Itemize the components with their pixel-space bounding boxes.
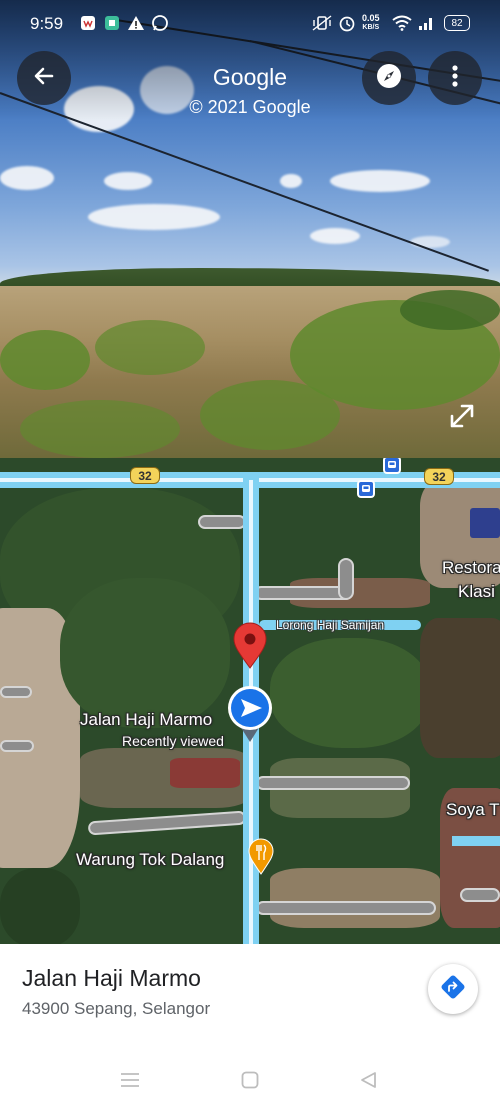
land-patch bbox=[470, 508, 500, 538]
side-street bbox=[0, 686, 32, 698]
back-arrow-icon bbox=[32, 64, 56, 93]
copyright-text: © 2021 Google bbox=[189, 97, 311, 117]
land-patch bbox=[270, 868, 440, 928]
vegetation bbox=[95, 320, 205, 375]
restaurant-icon bbox=[248, 838, 274, 875]
whatsapp-icon bbox=[150, 13, 170, 33]
land-patch bbox=[60, 578, 230, 728]
side-street bbox=[256, 776, 410, 790]
app-notification-icon bbox=[78, 13, 98, 33]
cloud bbox=[410, 236, 450, 248]
cloud bbox=[88, 204, 220, 230]
land-patch bbox=[270, 638, 430, 748]
more-options-button[interactable] bbox=[428, 51, 482, 105]
side-street bbox=[338, 558, 354, 600]
location-arrow-icon bbox=[228, 686, 272, 742]
alarm-icon bbox=[337, 13, 357, 33]
compass-icon bbox=[375, 62, 403, 95]
restaurant-marker[interactable] bbox=[247, 838, 275, 876]
land-patch bbox=[420, 618, 500, 758]
vegetation bbox=[400, 290, 500, 330]
satellite-map[interactable]: 32 32 Lorong Haji Samijan Restora Klasi … bbox=[0, 458, 500, 944]
cloud bbox=[104, 172, 152, 190]
cloud bbox=[280, 174, 302, 188]
directions-button[interactable] bbox=[428, 964, 478, 1014]
directions-icon bbox=[440, 974, 466, 1005]
back-button[interactable] bbox=[17, 51, 71, 105]
place-label-warung[interactable]: Warung Tok Dalang bbox=[76, 850, 224, 870]
more-vert-icon bbox=[451, 64, 459, 93]
side-street bbox=[0, 740, 34, 752]
place-sheet[interactable]: Jalan Haji Marmo 43900 Sepang, Selangor bbox=[0, 944, 500, 1111]
side-street bbox=[198, 515, 246, 529]
battery-indicator: 82 bbox=[444, 15, 470, 31]
network-speed: 0.05 KB/S bbox=[362, 14, 380, 32]
screen: 9:59 0.05 KB/S 82 Google © 2021 Google 3… bbox=[0, 0, 500, 1111]
pin-title[interactable]: Jalan Haji Marmo bbox=[80, 710, 212, 730]
vibrate-icon bbox=[312, 13, 332, 33]
status-bar: 9:59 0.05 KB/S 82 bbox=[0, 0, 500, 48]
expand-button[interactable] bbox=[446, 400, 478, 432]
vegetation bbox=[0, 330, 90, 390]
route-number: 32 bbox=[432, 469, 446, 484]
side-street bbox=[87, 810, 247, 836]
side-street bbox=[256, 901, 436, 915]
home-button[interactable] bbox=[230, 1066, 270, 1098]
street-view-panorama[interactable]: 9:59 0.05 KB/S 82 Google © 2021 Google bbox=[0, 0, 500, 458]
street-label: Lorong Haji Samijan bbox=[276, 618, 385, 632]
signal-icon bbox=[416, 13, 436, 33]
route-shield: 32 bbox=[130, 467, 160, 484]
dropped-pin[interactable] bbox=[232, 622, 268, 670]
place-label-soya[interactable]: Soya T bbox=[446, 800, 500, 820]
home-square-icon bbox=[241, 1071, 259, 1094]
network-speed-unit: KB/S bbox=[362, 24, 380, 31]
system-navigation-bar bbox=[0, 1056, 500, 1111]
warning-icon bbox=[126, 13, 146, 33]
recent-apps-button[interactable] bbox=[110, 1066, 150, 1098]
clock: 9:59 bbox=[30, 14, 64, 33]
battery-level: 82 bbox=[451, 17, 463, 29]
cloud bbox=[310, 228, 360, 244]
menu-icon bbox=[120, 1072, 140, 1093]
side-street bbox=[460, 888, 500, 902]
place-address: 43900 Sepang, Selangor bbox=[22, 999, 211, 1018]
expand-icon bbox=[446, 404, 478, 436]
side-road bbox=[452, 836, 500, 846]
land-patch bbox=[170, 758, 240, 788]
street-view-title: Google bbox=[212, 64, 288, 90]
cloud bbox=[0, 166, 54, 190]
cloud bbox=[330, 170, 430, 192]
place-label-restoran[interactable]: Klasi bbox=[458, 582, 495, 602]
network-speed-value: 0.05 bbox=[362, 13, 380, 23]
vegetation bbox=[20, 400, 180, 458]
current-location-marker[interactable] bbox=[226, 684, 274, 744]
place-label-restoran[interactable]: Restora bbox=[442, 558, 500, 578]
map-pin-icon bbox=[233, 622, 267, 669]
place-name: Jalan Haji Marmo bbox=[22, 965, 201, 991]
app-notification-icon bbox=[102, 13, 122, 33]
wifi-icon bbox=[392, 13, 412, 33]
back-triangle-icon bbox=[359, 1071, 377, 1094]
route-shield: 32 bbox=[424, 468, 454, 485]
compass-button[interactable] bbox=[362, 51, 416, 105]
vegetation bbox=[200, 380, 340, 450]
route-number: 32 bbox=[138, 468, 152, 483]
bus-stop-icon[interactable] bbox=[357, 480, 375, 498]
land-patch bbox=[0, 868, 80, 944]
pin-subtitle: Recently viewed bbox=[122, 733, 224, 749]
back-nav-button[interactable] bbox=[348, 1066, 388, 1098]
bus-stop-icon[interactable] bbox=[383, 458, 401, 474]
